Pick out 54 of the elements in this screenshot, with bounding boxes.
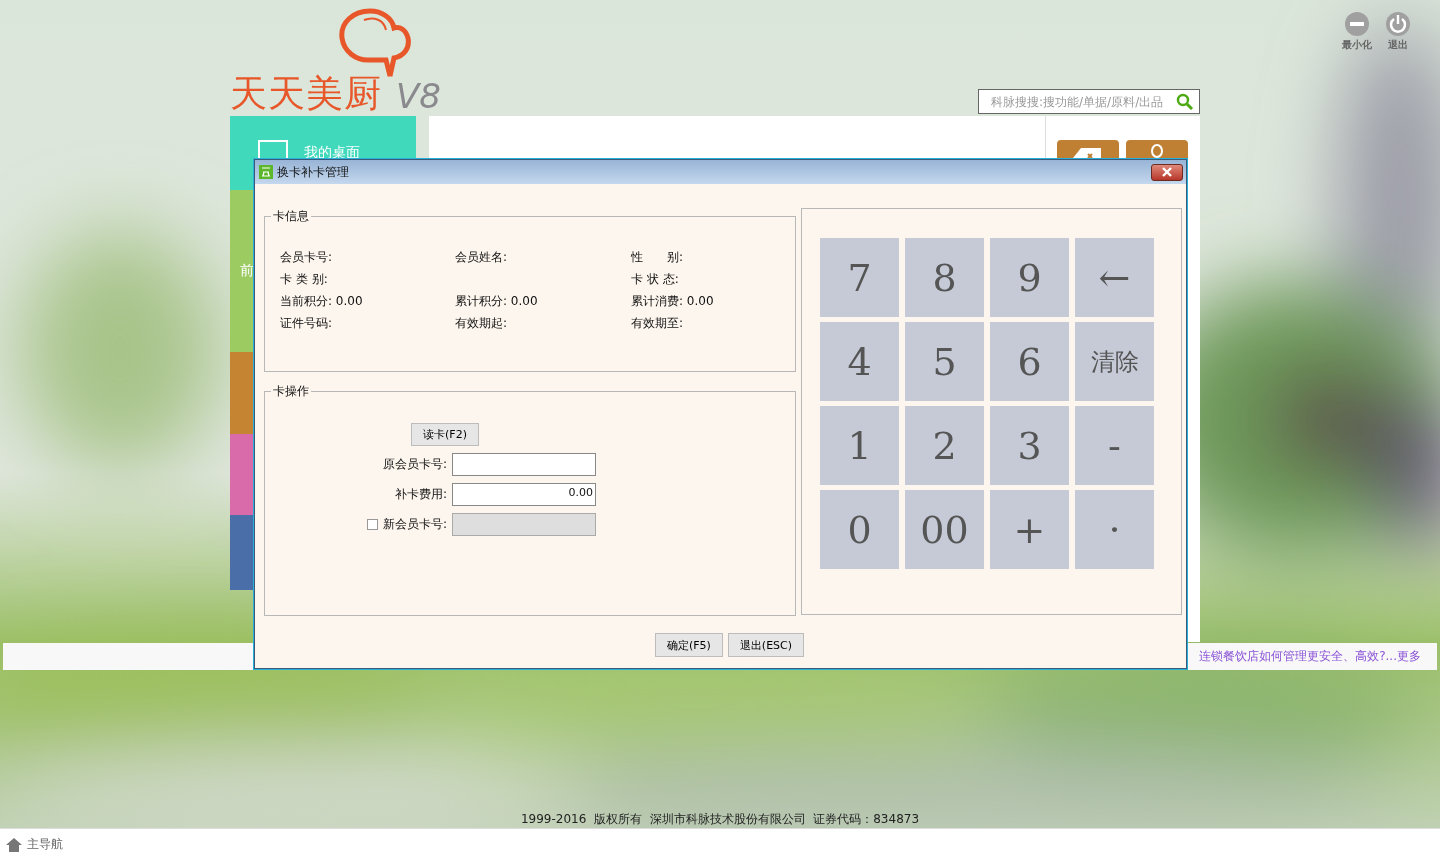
head-icon — [1151, 144, 1163, 158]
keypad-key[interactable]: 2 — [905, 406, 984, 485]
keypad-key[interactable]: 8 — [905, 238, 984, 317]
version-label: V8 — [396, 78, 441, 114]
keypad-key[interactable]: + — [990, 490, 1069, 569]
dialog-title: 换卡补卡管理 — [277, 163, 349, 181]
keypad-key[interactable]: 6 — [990, 322, 1069, 401]
exit-button[interactable]: 退出 — [1386, 12, 1410, 52]
input-field[interactable]: 0.00 — [452, 483, 596, 506]
power-icon — [1386, 12, 1410, 36]
input-field[interactable] — [452, 453, 596, 476]
field-label: 新会员卡号: — [382, 516, 447, 533]
minimize-button[interactable]: 最小化 — [1342, 12, 1372, 52]
keypad-key[interactable]: 0 — [820, 490, 899, 569]
field-label: 补卡费用: — [394, 486, 447, 503]
news-link[interactable]: 连锁餐饮店如何管理更安全、高效?...更多 — [1199, 648, 1421, 665]
info-label: 有效期起: — [455, 315, 509, 331]
group-title: 卡操作 — [272, 383, 310, 400]
main-nav-button[interactable]: 主导航 — [6, 836, 63, 853]
keypad-key[interactable]: 7 — [820, 238, 899, 317]
keypad-key[interactable]: - — [1075, 406, 1154, 485]
info-label: 性 别: — [631, 249, 685, 265]
group-title: 卡信息 — [272, 208, 310, 225]
field-label: 原会员卡号: — [382, 456, 447, 473]
keypad-key[interactable]: 1 — [820, 406, 899, 485]
close-icon — [1161, 167, 1173, 177]
keypad-key[interactable]: 清除 — [1075, 322, 1154, 401]
copyright-text: 1999-2016 版权所有 深圳市科脉技术股份有限公司 证券代码：834873 — [520, 811, 920, 828]
keypad-key[interactable]: 3 — [990, 406, 1069, 485]
info-label: 会员卡号: — [280, 249, 334, 265]
keypad-key[interactable]: 9 — [990, 238, 1069, 317]
exit-button[interactable]: 退出(ESC) — [727, 633, 805, 657]
info-label: 会员姓名: — [455, 249, 509, 265]
info-label: 累计消费: 0.00 — [631, 293, 715, 309]
search-field[interactable]: 科脉搜搜:搜功能/单据/原料/出品 — [978, 89, 1200, 114]
keypad-key[interactable]: ← — [1075, 238, 1154, 317]
close-button[interactable] — [1151, 163, 1183, 181]
keypad-key[interactable]: · — [1075, 490, 1154, 569]
info-label: 卡 状 态: — [631, 271, 680, 287]
keypad-key[interactable]: 00 — [905, 490, 984, 569]
confirm-button[interactable]: 确定(F5) — [654, 633, 723, 657]
info-label: 证件号码: — [280, 315, 334, 331]
keypad-key[interactable]: 4 — [820, 322, 899, 401]
info-label: 当前积分: 0.00 — [280, 293, 364, 309]
info-label: 卡 类 别: — [280, 271, 329, 287]
home-icon — [6, 836, 22, 853]
search-icon[interactable] — [1176, 92, 1194, 111]
read-card-button[interactable]: 读卡(F2) — [411, 423, 479, 446]
app-icon — [259, 165, 273, 179]
info-label: 有效期至: — [631, 315, 685, 331]
keypad-key[interactable]: 5 — [905, 322, 984, 401]
info-label: 累计积分: 0.00 — [455, 293, 539, 309]
minimize-icon — [1345, 12, 1369, 36]
logo-text: 天天美厨 — [230, 74, 382, 114]
